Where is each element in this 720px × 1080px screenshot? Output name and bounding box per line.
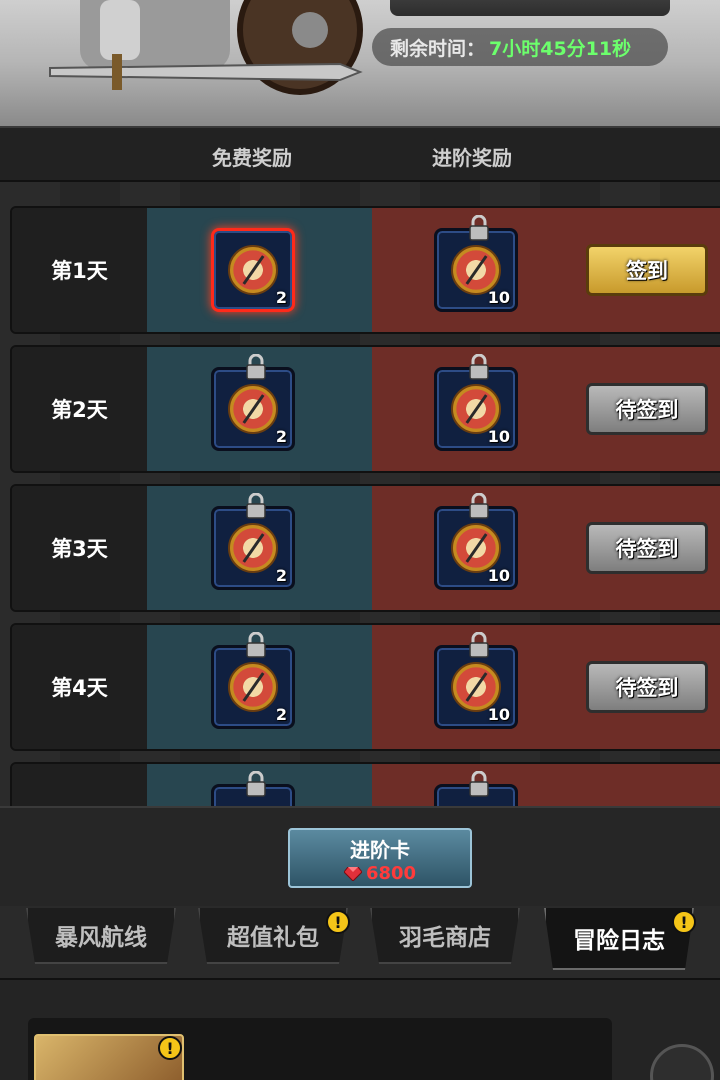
lock-icon [469,632,489,658]
day-label: 第3天 [12,486,147,610]
free-reward-item[interactable]: 2 [211,228,295,312]
pending-checkin-button[interactable]: 待签到 [586,383,708,435]
tab-label: 暴风航线 [55,925,147,951]
free-reward-item[interactable]: 2 [211,632,295,729]
reward-row-day-4: 第4天 2 10 待签到 [10,623,720,751]
advanced-card-price: 6800 [343,863,417,884]
exclamation-badge-icon: ! [158,1036,182,1060]
event-banner: 剩余时间： 7小时45分11秒 [0,0,720,126]
item-quantity: 2 [275,566,287,585]
day-label: 第1天 [12,208,147,332]
checkin-button[interactable]: 签到 [586,244,708,296]
free-reward-item[interactable] [211,771,295,806]
tab-storm-route[interactable]: 暴风航线 [26,908,176,964]
reward-row-day-2: 第2天 2 10 待签到 [10,345,720,473]
advanced-reward-item[interactable]: 10 [434,632,518,729]
lock-icon [469,354,489,380]
advanced-reward-item[interactable]: 10 [434,215,518,312]
pending-checkin-button[interactable]: 待签到 [586,661,708,713]
item-quantity: 10 [487,288,510,307]
exclamation-badge-icon: ! [326,910,350,934]
reward-row-day-3: 第3天 2 10 待签到 [10,484,720,612]
advanced-reward-item[interactable]: 10 [434,493,518,590]
advanced-reward-cell [372,764,720,806]
advanced-reward-item[interactable] [434,771,518,806]
ruby-gem-icon [343,866,362,881]
exit-door-button[interactable] [650,1044,714,1080]
tab-label: 羽毛商店 [399,925,491,951]
day-label: 第2天 [12,347,147,471]
lock-icon [246,493,266,519]
compass-icon [228,523,278,573]
tab-adventure-log[interactable]: 冒险日志 [544,908,694,970]
lock-icon [246,632,266,658]
item-quantity: 2 [275,705,287,724]
knight-illustration [49,0,363,95]
free-reward-cell: 2 [147,625,372,749]
item-quantity: 2 [275,288,287,307]
advanced-reward-item[interactable]: 10 [434,354,518,451]
price-value: 6800 [365,863,417,884]
timer-label: 剩余时间： [390,37,486,60]
reward-column-header: 免费奖励 进阶奖励 [0,126,720,182]
free-reward-cell [147,764,372,806]
reward-row-day-1: 第1天 2 10 签到 [10,206,720,334]
free-reward-header: 免费奖励 [212,146,292,170]
exclamation-badge-icon: ! [672,910,696,934]
lock-icon [246,771,266,797]
compass-icon [228,384,278,434]
free-reward-item[interactable]: 2 [211,354,295,451]
timer-value: 7小时45分11秒 [489,37,632,60]
bottom-tab-bar: 暴风航线 超值礼包 ! 羽毛商店 冒险日志 ! [0,906,720,978]
advanced-card-title: 进阶卡 [350,838,410,862]
bottom-panel: ! [0,978,720,1080]
reward-row-partial [10,762,720,806]
lock-icon [469,215,489,241]
compass-icon [228,245,278,295]
lock-icon [246,354,266,380]
item-quantity: 10 [487,566,510,585]
free-reward-cell: 2 [147,347,372,471]
free-reward-cell: 2 [147,208,372,332]
day-label: 第4天 [12,625,147,749]
advanced-card-bar: 进阶卡 6800 [0,806,720,906]
tab-value-pack[interactable]: 超值礼包 [198,908,348,964]
compass-icon [228,662,278,712]
free-reward-cell: 2 [147,486,372,610]
advanced-card-button[interactable]: 进阶卡 6800 [288,828,472,888]
lock-icon [469,493,489,519]
item-quantity: 10 [487,705,510,724]
item-quantity: 2 [275,427,287,446]
tab-label: 冒险日志 [573,928,665,954]
event-title-art [390,0,670,16]
tab-feather-shop[interactable]: 羽毛商店 [370,908,520,964]
free-reward-item[interactable]: 2 [211,493,295,590]
pending-checkin-button[interactable]: 待签到 [586,522,708,574]
tab-label: 超值礼包 [227,925,319,951]
item-quantity: 10 [487,427,510,446]
advanced-reward-header: 进阶奖励 [432,146,512,170]
lock-icon [469,771,489,797]
day-label [12,764,147,806]
reward-list[interactable]: 第1天 2 10 签到 第2天 2 10 待签到 第3天 2 10 待签到 第4… [0,182,720,806]
remaining-time: 剩余时间： 7小时45分11秒 [372,28,668,66]
